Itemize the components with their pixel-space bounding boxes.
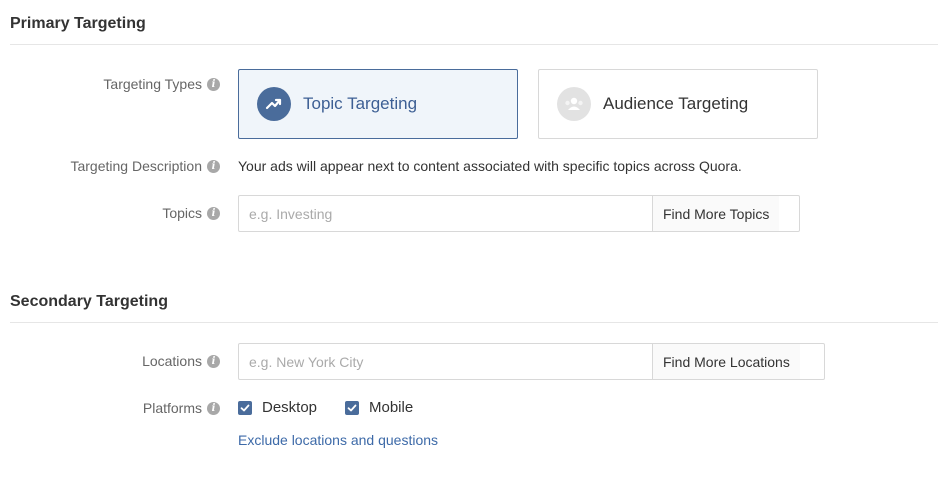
targeting-types-label-row: Targeting Types i — [103, 76, 220, 92]
topics-label: Topics — [162, 205, 202, 221]
info-icon[interactable]: i — [207, 159, 220, 173]
find-more-topics-button[interactable]: Find More Topics — [652, 196, 780, 231]
topics-label-row: Topics i — [162, 205, 220, 221]
audience-icon — [557, 87, 591, 121]
primary-divider — [10, 44, 938, 45]
locations-label-row: Locations i — [142, 353, 220, 369]
trending-up-icon — [257, 87, 291, 121]
info-icon[interactable]: i — [207, 354, 220, 368]
locations-label: Locations — [142, 353, 202, 369]
topic-targeting-label: Topic Targeting — [303, 94, 418, 113]
locations-input[interactable] — [239, 344, 652, 379]
locations-input-group: Find More Locations — [238, 343, 825, 380]
platforms-label-row: Platforms i — [143, 400, 220, 416]
checkmark-icon — [238, 400, 252, 415]
primary-targeting-title: Primary Targeting — [10, 15, 146, 32]
audience-targeting-label: Audience Targeting — [603, 94, 749, 113]
info-icon[interactable]: i — [207, 77, 220, 91]
checkmark-icon — [345, 400, 359, 415]
find-more-locations-button[interactable]: Find More Locations — [652, 344, 800, 379]
secondary-targeting-title: Secondary Targeting — [10, 293, 168, 310]
desktop-label: Desktop — [262, 399, 318, 416]
targeting-description-label-row: Targeting Description i — [70, 158, 220, 174]
info-icon[interactable]: i — [207, 206, 220, 220]
platforms-label: Platforms — [142, 400, 202, 416]
desktop-checkbox[interactable]: Desktop — [238, 399, 317, 416]
info-icon[interactable]: i — [207, 401, 220, 415]
targeting-description-label: Targeting Description — [70, 158, 202, 174]
audience-targeting-option[interactable]: Audience Targeting — [538, 69, 818, 139]
targeting-description-text: Your ads will appear next to content ass… — [238, 158, 742, 174]
targeting-page: Primary Targeting Targeting Types i Topi… — [0, 0, 938, 484]
topics-input-group: Find More Topics — [238, 195, 800, 232]
topics-input[interactable] — [239, 196, 652, 231]
topic-targeting-option[interactable]: Topic Targeting — [238, 69, 518, 139]
secondary-divider — [10, 322, 938, 323]
exclude-locations-link[interactable]: Exclude locations and questions — [238, 432, 438, 448]
targeting-types-label: Targeting Types — [103, 76, 202, 92]
mobile-label: Mobile — [369, 399, 414, 416]
mobile-checkbox[interactable]: Mobile — [345, 399, 413, 416]
